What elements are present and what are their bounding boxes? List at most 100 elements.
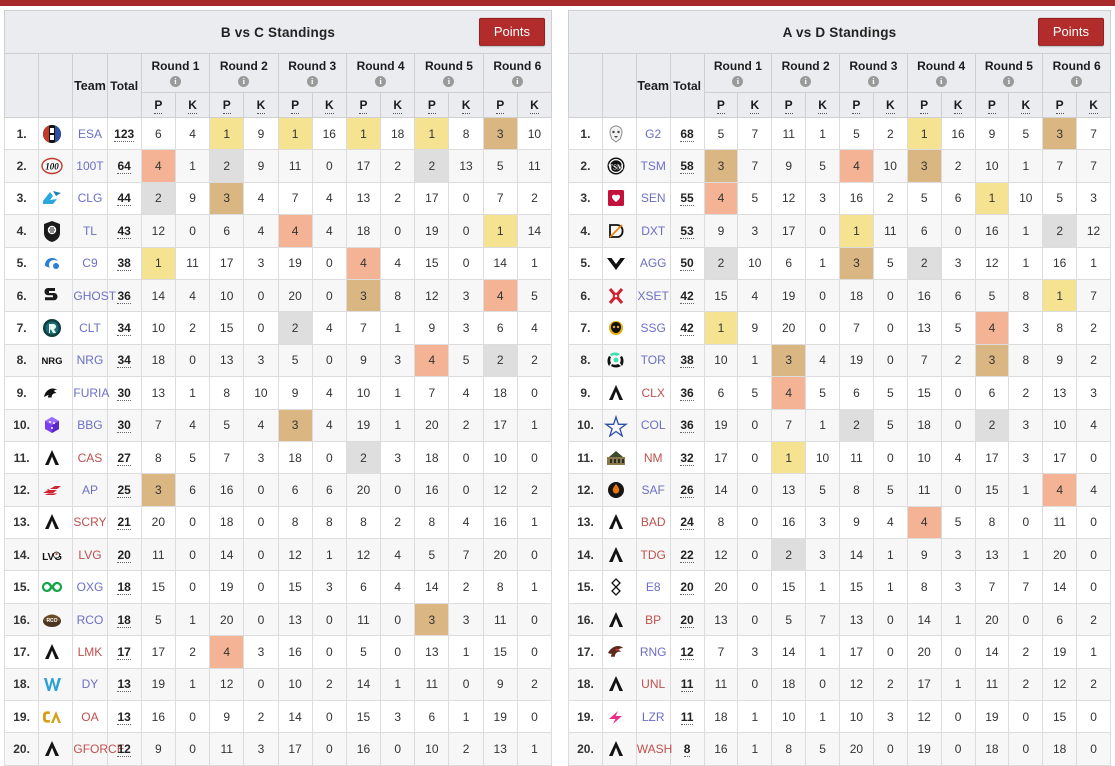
cell-kills-r2: 3 [243,635,279,669]
info-icon[interactable]: i [375,76,387,87]
team-name-cell[interactable]: GHOST [72,278,116,313]
team-name-cell[interactable]: AP [72,473,108,507]
col-header-kills-r5[interactable]: K [448,92,484,118]
col-header-points-r6[interactable]: P [482,92,518,118]
team-name-cell[interactable]: LZR [635,700,671,734]
team-name-cell[interactable]: TOR [635,343,671,378]
col-header-points-r4[interactable]: P [906,92,942,118]
cell-kills-r5: 0 [1008,700,1044,734]
info-icon[interactable]: i [732,76,744,87]
col-header-points-r3[interactable]: P [839,92,874,118]
team-name-cell[interactable]: DXT [635,214,671,248]
team-name-cell[interactable]: LMK [72,635,108,669]
info-icon[interactable]: i [867,76,879,87]
col-header-kills-r5[interactable]: K [1008,92,1044,118]
cell-kills-r2: 0 [805,667,840,702]
team-name-cell[interactable]: SCRY [72,505,108,540]
col-header-points-r2[interactable]: P [209,92,245,118]
team-name-cell[interactable]: CAS [72,440,108,475]
cell-kills-r4: 3 [380,700,416,734]
team-name-cell[interactable]: NRG [72,343,108,378]
team-name-cell[interactable]: SAF [635,473,671,507]
team-name-cell[interactable]: GFORCE [72,732,125,766]
team-name-cell[interactable]: SEN [635,181,671,216]
team-name-cell[interactable]: G2 [635,116,671,151]
cell-points-r2: 11 [209,732,245,766]
col-header-points-r5[interactable]: P [414,92,450,118]
col-header-kills-r1[interactable]: K [737,92,773,118]
col-header-kills-r3[interactable]: K [311,92,347,118]
team-name-cell[interactable]: OXG [72,570,108,604]
cell-points-r4: 5 [345,635,382,669]
team-name-cell[interactable]: DY [72,667,108,702]
team-name-cell[interactable]: TDG [635,538,671,572]
col-header-kills-r2[interactable]: K [243,92,279,118]
team-name-cell[interactable]: CLG [72,181,108,216]
table-row: 10. BBG 30 7 4 5 4 3 4 19 1 20 2 17 1 [3,408,553,442]
cell-points-r2: 3 [771,343,807,378]
info-icon[interactable]: i [1003,76,1015,87]
info-icon[interactable]: i [800,76,812,87]
cell-points-r5: 17 [974,440,1010,475]
info-icon[interactable]: i [238,76,250,87]
col-header-kills-r2[interactable]: K [805,92,840,118]
col-header-kills-r6[interactable]: K [516,92,553,118]
cell-kills-r4: 18 [380,116,416,151]
team-name-cell[interactable]: ESA [72,116,108,151]
team-name-cell[interactable]: E8 [635,570,671,604]
cell-points-r2: 5 [771,602,807,637]
row-rank: 2. [568,149,603,183]
info-icon[interactable]: i [935,76,947,87]
team-name-cell[interactable]: LVG [72,538,108,572]
team-name-cell[interactable]: C9 [72,246,108,280]
info-icon[interactable]: i [443,76,455,87]
team-name-cell[interactable]: NM [635,440,671,475]
points-button[interactable]: Points [478,17,545,47]
col-header-kills-r4[interactable]: K [940,92,976,118]
team-name-cell[interactable]: FURIA [72,376,109,410]
info-icon[interactable]: i [511,76,523,87]
team-name-cell[interactable]: AGG [635,246,671,280]
info-icon[interactable]: i [169,76,181,87]
col-header-points-r4[interactable]: P [345,92,382,118]
row-rank: 5. [568,246,603,280]
col-header-points-r5[interactable]: P [974,92,1010,118]
col-header-kills-r1[interactable]: K [174,92,211,118]
info-icon[interactable]: i [1071,76,1083,87]
team-name-cell[interactable]: TL [72,214,108,248]
team-name-cell[interactable]: CLX [635,376,671,410]
cell-kills-r5: 2 [1008,635,1044,669]
col-header-kills-r6[interactable]: K [1076,92,1111,118]
points-button[interactable]: Points [1037,17,1104,47]
col-header-points-r3[interactable]: P [277,92,313,118]
col-header-points-r1[interactable]: P [703,92,739,118]
team-name-cell[interactable]: BP [635,602,671,637]
cell-points-r3: 16 [839,181,874,216]
cell-points-r2: 13 [209,343,245,378]
team-name-cell[interactable]: XSET [635,278,671,313]
team-name-cell[interactable]: OA [72,700,108,734]
team-name-cell[interactable]: COL [635,408,671,442]
cell-points-r4: 15 [345,700,382,734]
cell-kills-r6: 2 [516,181,553,216]
team-name-cell[interactable]: RNG [635,635,671,669]
team-name-cell[interactable]: UNL [635,667,671,702]
col-header-kills-r4[interactable]: K [380,92,416,118]
team-name-cell[interactable]: BAD [635,505,671,540]
cell-kills-r2: 0 [243,570,279,604]
cell-kills-r2: 1 [805,116,840,151]
col-header-points-r6[interactable]: P [1042,92,1078,118]
col-header-kills-r3[interactable]: K [872,92,908,118]
team-name-cell[interactable]: TSM [635,149,671,183]
team-name-cell[interactable]: CLT [72,311,108,345]
team-name-cell[interactable]: WASH [635,732,672,766]
team-name-cell[interactable]: SSG [635,311,671,345]
cell-points-r2: 4 [771,376,807,410]
info-icon[interactable]: i [306,76,318,87]
team-name-cell[interactable]: RCO [72,602,108,637]
cell-points-r2: 15 [771,570,807,604]
col-header-points-r2[interactable]: P [771,92,807,118]
team-name-cell[interactable]: 100T [72,149,108,183]
col-header-points-r1[interactable]: P [140,92,176,118]
team-name-cell[interactable]: BBG [72,408,108,442]
